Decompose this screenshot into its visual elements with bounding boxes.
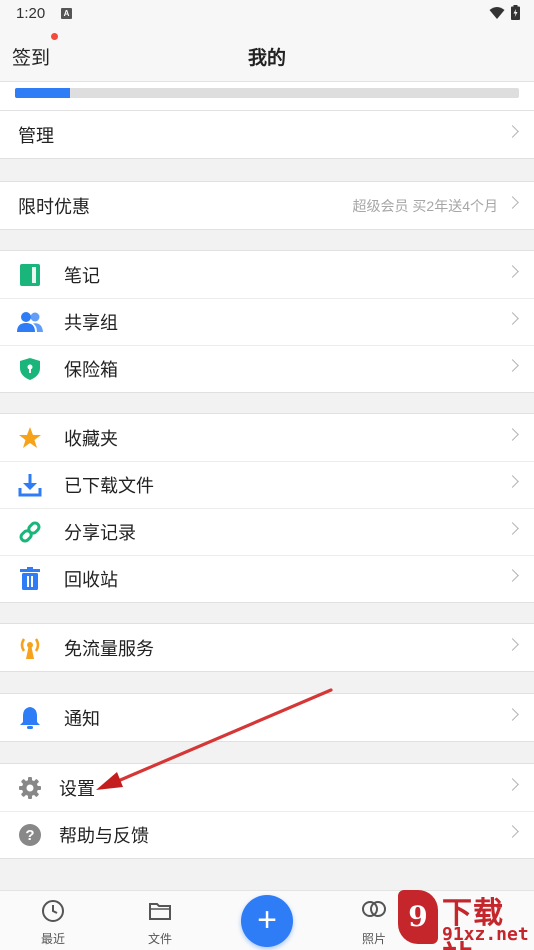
group-manage: 管理 — [0, 110, 534, 159]
antenna-icon — [17, 635, 43, 661]
chevron-right-icon — [506, 569, 519, 582]
row-promo-hint: 超级会员 买2年送4个月 — [352, 197, 498, 214]
nav-photos[interactable]: 照片 — [344, 899, 404, 947]
trash-icon — [17, 566, 43, 592]
site-watermark: 9 下载站 91xz.net — [398, 888, 530, 950]
chevron-right-icon — [506, 708, 519, 721]
row-favorites-label: 收藏夹 — [64, 428, 118, 449]
gear-icon — [17, 775, 43, 801]
group-promo: 限时优惠 超级会员 买2年送4个月 — [0, 181, 534, 230]
nav-recent[interactable]: 最近 — [23, 899, 83, 947]
row-free-traffic[interactable]: 免流量服务 — [0, 624, 534, 671]
row-share-records[interactable]: 分享记录 — [0, 508, 534, 555]
storage-fill — [15, 88, 71, 98]
chevron-right-icon — [506, 312, 519, 325]
row-notifications-label: 通知 — [64, 708, 100, 729]
chevron-right-icon — [506, 475, 519, 488]
row-promo[interactable]: 限时优惠 超级会员 买2年送4个月 — [0, 182, 534, 229]
storage-track — [15, 88, 519, 98]
watermark-logo: 9 — [398, 890, 438, 944]
notification-a-icon: A — [61, 8, 72, 19]
row-settings[interactable]: 设置 — [0, 764, 534, 811]
download-icon — [17, 472, 43, 498]
group-traffic: 免流量服务 — [0, 623, 534, 672]
row-recycle-bin-label: 回收站 — [64, 569, 118, 590]
star-icon — [17, 425, 43, 451]
add-button[interactable]: + — [241, 895, 293, 947]
chevron-right-icon — [506, 638, 519, 651]
row-safe-box[interactable]: 保险箱 — [0, 345, 534, 392]
header: 签到 我的 — [0, 28, 534, 82]
nav-files[interactable]: 文件 — [130, 899, 190, 947]
chevron-right-icon — [506, 825, 519, 838]
clock-icon — [42, 900, 64, 922]
chevron-right-icon — [506, 428, 519, 441]
chevron-right-icon — [506, 265, 519, 278]
group-notify: 通知 — [0, 693, 534, 742]
row-notes[interactable]: 笔记 — [0, 251, 534, 298]
row-manage[interactable]: 管理 — [0, 111, 534, 158]
status-time: 1:20 — [16, 5, 46, 22]
row-downloaded-label: 已下载文件 — [64, 475, 154, 496]
row-notifications[interactable]: 通知 — [0, 694, 534, 741]
link-icon — [17, 519, 43, 545]
row-help-feedback[interactable]: ? 帮助与反馈 — [0, 811, 534, 858]
wifi-icon — [489, 6, 505, 19]
group-tools: 笔记 共享组 保险箱 — [0, 250, 534, 393]
row-recycle-bin[interactable]: 回收站 — [0, 555, 534, 602]
group-files: 收藏夹 已下载文件 分享记录 回收站 — [0, 413, 534, 603]
signin-badge — [51, 33, 58, 40]
watermark-url: 91xz.net — [442, 924, 529, 945]
chevron-right-icon — [506, 359, 519, 372]
photos-icon — [362, 901, 386, 917]
nav-photos-label: 照片 — [361, 932, 386, 946]
help-icon: ? — [17, 822, 43, 848]
status-icons — [489, 5, 520, 20]
row-settings-label: 设置 — [59, 778, 95, 799]
page-title: 我的 — [247, 48, 286, 69]
chevron-right-icon — [506, 522, 519, 535]
battery-icon — [511, 5, 520, 20]
row-help-feedback-label: 帮助与反馈 — [59, 825, 149, 846]
notebook-icon — [17, 262, 43, 288]
row-free-traffic-label: 免流量服务 — [64, 638, 154, 659]
status-bar: 1:20 A — [0, 0, 534, 28]
row-share-group-label: 共享组 — [64, 312, 118, 333]
folder-icon — [149, 903, 171, 920]
nav-recent-label: 最近 — [40, 932, 65, 946]
chevron-right-icon — [506, 778, 519, 791]
svg-text:?: ? — [25, 827, 34, 844]
row-promo-label: 限时优惠 — [18, 196, 90, 217]
chevron-right-icon — [506, 196, 519, 209]
storage-usage-bar[interactable] — [0, 82, 534, 110]
row-favorites[interactable]: 收藏夹 — [0, 414, 534, 461]
chevron-right-icon — [506, 125, 519, 138]
shield-icon — [17, 356, 43, 382]
row-notes-label: 笔记 — [64, 265, 100, 286]
row-share-group[interactable]: 共享组 — [0, 298, 534, 345]
row-share-records-label: 分享记录 — [64, 522, 136, 543]
bell-icon — [17, 705, 43, 731]
row-manage-label: 管理 — [18, 125, 54, 146]
users-icon — [17, 309, 43, 335]
row-safe-box-label: 保险箱 — [64, 359, 118, 380]
row-downloaded[interactable]: 已下载文件 — [0, 461, 534, 508]
nav-files-label: 文件 — [147, 932, 172, 946]
group-system: 设置 ? 帮助与反馈 — [0, 763, 534, 859]
